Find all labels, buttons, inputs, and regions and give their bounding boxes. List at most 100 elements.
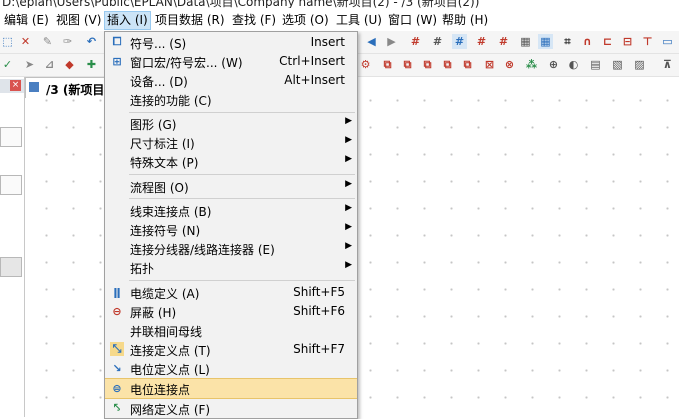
menu-find[interactable]: 查找 (F) (232, 12, 276, 29)
grid-a-icon[interactable]: # (408, 34, 423, 49)
pointer-icon[interactable]: ⬚ (0, 34, 15, 49)
menu-item-macro[interactable]: ⊞ 窗口宏/符号宏... (W) Ctrl+Insert (105, 52, 357, 71)
arrow-right-icon[interactable]: ▶ (384, 34, 399, 49)
menu-item-label: 线束连接点 (B) (130, 205, 212, 219)
close-icon[interactable]: × (10, 80, 21, 91)
grid-d-icon[interactable]: # (474, 34, 489, 49)
undo-icon[interactable]: ↶ (84, 34, 99, 49)
menu-item-label: 连接的功能 (C) (130, 94, 212, 108)
ruler-icon[interactable]: ⊿ (42, 57, 57, 72)
component-e-icon[interactable]: ⧉ (460, 57, 475, 72)
menu-window[interactable]: 窗口 (W) (388, 12, 437, 29)
hatch-icon[interactable]: ▧ (610, 57, 625, 72)
marker-icon[interactable]: ◆ (62, 57, 77, 72)
menu-item-busbar[interactable]: 并联相间母线 (105, 321, 357, 340)
select-delete-icon[interactable]: ✕ (18, 34, 33, 49)
component-b-icon[interactable]: ⧉ (400, 57, 415, 72)
connection-definition-point-icon: ⤡ (110, 342, 124, 356)
menu-item-network-definition-point[interactable]: ⤣ 网络定义点 (F) (105, 399, 357, 418)
left-panel: × (0, 77, 25, 417)
terminal-icon[interactable]: ⊕ (546, 57, 561, 72)
brush-icon[interactable]: ✎ (40, 34, 55, 49)
menu-item-device[interactable]: 设备... (D) Alt+Insert (105, 71, 357, 90)
component-g-icon[interactable]: ⊗ (502, 57, 517, 72)
menu-item-graphics[interactable]: 图形 (G) ▶ (105, 114, 357, 133)
menu-item-splitter[interactable]: 连接分线器/线路连接器 (E) ▶ (105, 239, 357, 258)
submenu-arrow-icon: ▶ (345, 116, 352, 126)
menu-insert[interactable]: 插入 (I) (104, 11, 151, 30)
menu-item-label: 尺寸标注 (I) (130, 137, 195, 151)
component-a-icon[interactable]: ⧉ (380, 57, 395, 72)
document-tab[interactable]: /3 (新项目 (25, 77, 107, 98)
menu-item-label: 电缆定义 (A) (130, 287, 200, 301)
menu-item-potential-connection-point[interactable]: ⊜ 电位连接点 (105, 378, 357, 399)
connect-icon[interactable]: ⊏ (600, 34, 615, 49)
potential-connection-point-icon: ⊜ (112, 381, 122, 395)
hierarchy-icon[interactable]: ⊤ (640, 34, 655, 49)
shortcut-label: Alt+Insert (284, 73, 345, 87)
page-icon (29, 82, 39, 92)
menu-view[interactable]: 视图 (V) (56, 12, 101, 29)
menu-item-label: 特殊文本 (P) (130, 156, 199, 170)
snap-grid-icon[interactable]: ▦ (538, 34, 553, 49)
submenu-arrow-icon: ▶ (345, 179, 352, 189)
settings-icon[interactable]: ⚙ (358, 57, 373, 72)
menu-item-label: 窗口宏/符号宏... (W) (130, 56, 243, 70)
macro-icon: ⊞ (112, 54, 122, 68)
menu-edit[interactable]: 编辑 (E) (4, 12, 49, 29)
menu-separator (129, 112, 355, 113)
panel-field-3[interactable] (0, 257, 22, 277)
symbol-icon: ⧠ (112, 35, 122, 48)
menu-item-connected-function[interactable]: 连接的功能 (C) (105, 90, 357, 109)
grid-icon[interactable]: ▦ (518, 34, 533, 49)
component-c-icon[interactable]: ⧉ (420, 57, 435, 72)
menu-item-topology[interactable]: 拓扑 ▶ (105, 258, 357, 277)
menu-item-label: 屏蔽 (H) (130, 306, 177, 320)
tree-icon[interactable]: ⊟ (620, 34, 635, 49)
submenu-arrow-icon: ▶ (345, 135, 352, 145)
shortcut-label: Shift+F5 (293, 285, 345, 299)
panel-field-2[interactable] (0, 175, 22, 195)
menu-item-flowchart[interactable]: 流程图 (O) ▶ (105, 177, 357, 196)
crosshair-icon[interactable]: ⌗ (560, 34, 575, 49)
layout-icon[interactable]: ▤ (588, 57, 603, 72)
panel-field[interactable] (0, 127, 22, 147)
menu-item-shield[interactable]: ⊖ 屏蔽 (H) Shift+F6 (105, 302, 357, 321)
panel-icon[interactable]: ▭ (660, 34, 675, 49)
menu-item-potential-definition-point[interactable]: ↘ 电位定义点 (L) (105, 359, 357, 378)
menu-separator (129, 280, 355, 281)
arrow-icon[interactable]: ➤ (22, 57, 37, 72)
paint-icon[interactable]: ✑ (60, 34, 75, 49)
component-f-icon[interactable]: ⊠ (482, 57, 497, 72)
menu-item-harness-connection[interactable]: 线束连接点 (B) ▶ (105, 201, 357, 220)
menu-tools[interactable]: 工具 (U) (336, 12, 382, 29)
plus-icon[interactable]: ✚ (84, 57, 99, 72)
menu-item-special-text[interactable]: 特殊文本 (P) ▶ (105, 152, 357, 171)
grid-c-icon[interactable]: # (452, 34, 467, 49)
check-icon[interactable]: ✓ (0, 57, 15, 72)
magnet-icon[interactable]: ∩ (580, 34, 595, 49)
menu-project-data[interactable]: 项目数据 (R) (155, 12, 225, 29)
menu-help[interactable]: 帮助 (H) (442, 12, 488, 29)
menu-item-label: 并联相间母线 (130, 325, 203, 339)
menu-item-label: 连接定义点 (T) (130, 344, 211, 358)
menu-item-symbol[interactable]: ⧠ 符号... (S) Insert (105, 33, 357, 52)
menu-item-connection-definition-point[interactable]: ⤡ 连接定义点 (T) Shift+F7 (105, 340, 357, 359)
plug-icon[interactable]: ◐ (566, 57, 581, 72)
grid-e-icon[interactable]: # (496, 34, 511, 49)
shortcut-label: Ctrl+Insert (279, 54, 345, 68)
network-icon[interactable]: ⁂ (524, 57, 539, 72)
menu-separator (129, 198, 355, 199)
menu-item-connection-symbol[interactable]: 连接符号 (N) ▶ (105, 220, 357, 239)
tray-icon[interactable]: ⊼ (660, 57, 675, 72)
menu-item-label: 连接分线器/线路连接器 (E) (130, 243, 275, 257)
arrow-left-icon[interactable]: ◀ (364, 34, 379, 49)
menu-options[interactable]: 选项 (O) (282, 12, 329, 29)
fill-icon[interactable]: ▨ (632, 57, 647, 72)
menu-item-label: 网络定义点 (F) (130, 403, 211, 417)
menu-item-dimension[interactable]: 尺寸标注 (I) ▶ (105, 133, 357, 152)
grid-b-icon[interactable]: # (430, 34, 445, 49)
menu-item-label: 设备... (D) (130, 75, 188, 89)
menu-item-cable-definition[interactable]: ǁ 电缆定义 (A) Shift+F5 (105, 283, 357, 302)
component-d-icon[interactable]: ⧉ (440, 57, 455, 72)
